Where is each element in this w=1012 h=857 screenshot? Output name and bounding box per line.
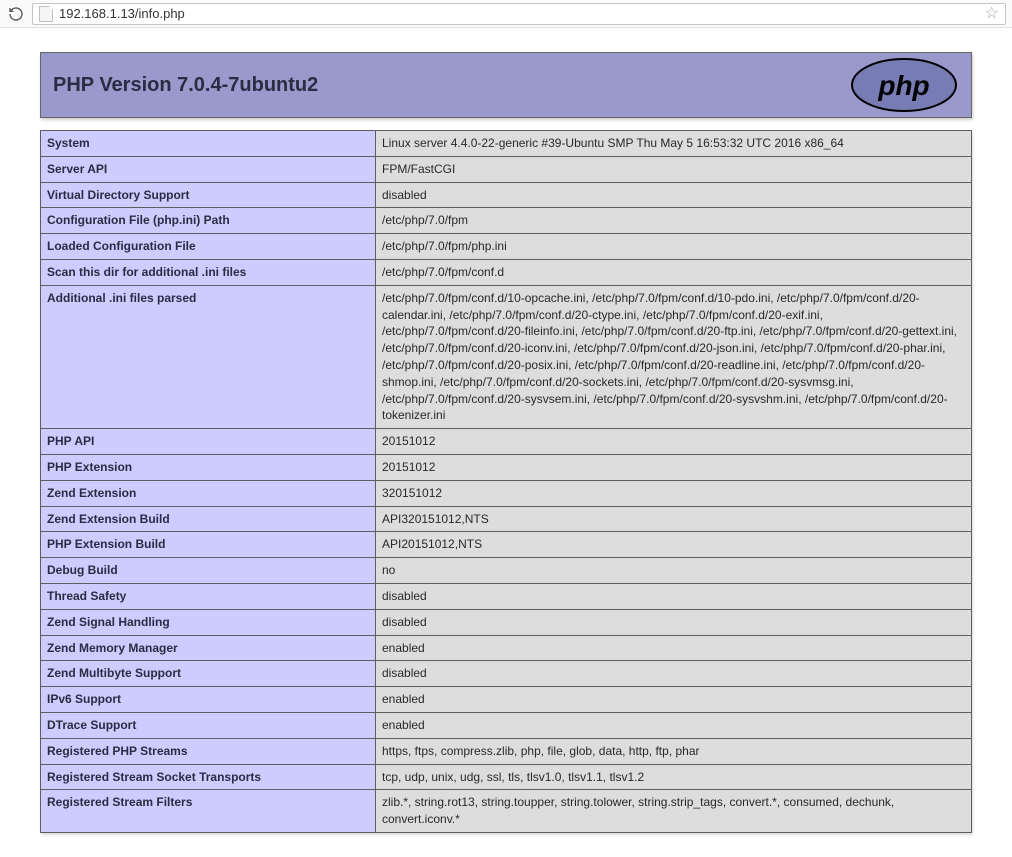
config-value: https, ftps, compress.zlib, php, file, g…	[376, 738, 972, 764]
config-value: disabled	[376, 609, 972, 635]
table-row: Zend Memory Managerenabled	[41, 635, 972, 661]
svg-text:php: php	[877, 70, 929, 101]
config-value: 320151012	[376, 480, 972, 506]
config-name: Registered PHP Streams	[41, 738, 376, 764]
table-row: Debug Buildno	[41, 558, 972, 584]
config-name: Zend Multibyte Support	[41, 661, 376, 687]
table-row: Thread Safetydisabled	[41, 583, 972, 609]
table-row: Registered Stream Socket Transportstcp, …	[41, 764, 972, 790]
table-row: Zend Extension BuildAPI320151012,NTS	[41, 506, 972, 532]
config-name: Additional .ini files parsed	[41, 285, 376, 428]
table-row: Additional .ini files parsed/etc/php/7.0…	[41, 285, 972, 428]
table-row: PHP Extension BuildAPI20151012,NTS	[41, 532, 972, 558]
config-value: API20151012,NTS	[376, 532, 972, 558]
config-value: disabled	[376, 182, 972, 208]
php-version-header: PHP Version 7.0.4-7ubuntu2 php	[40, 52, 972, 118]
table-row: Zend Signal Handlingdisabled	[41, 609, 972, 635]
config-name: Registered Stream Filters	[41, 790, 376, 833]
config-value: FPM/FastCGI	[376, 156, 972, 182]
table-row: SystemLinux server 4.4.0-22-generic #39-…	[41, 131, 972, 157]
config-value: /etc/php/7.0/fpm	[376, 208, 972, 234]
url-bar[interactable]: 192.168.1.13/info.php ☆	[32, 3, 1006, 25]
bookmark-star-icon[interactable]: ☆	[985, 6, 999, 22]
config-value: enabled	[376, 712, 972, 738]
config-name: System	[41, 131, 376, 157]
page-title: PHP Version 7.0.4-7ubuntu2	[53, 74, 318, 97]
config-name: Debug Build	[41, 558, 376, 584]
config-name: PHP Extension Build	[41, 532, 376, 558]
config-value: /etc/php/7.0/fpm/conf.d	[376, 259, 972, 285]
config-name: PHP API	[41, 429, 376, 455]
table-row: Loaded Configuration File/etc/php/7.0/fp…	[41, 234, 972, 260]
config-name: Zend Signal Handling	[41, 609, 376, 635]
config-value: enabled	[376, 687, 972, 713]
config-name: Zend Memory Manager	[41, 635, 376, 661]
table-row: Scan this dir for additional .ini files/…	[41, 259, 972, 285]
url-text: 192.168.1.13/info.php	[59, 6, 979, 21]
config-name: Registered Stream Socket Transports	[41, 764, 376, 790]
browser-toolbar: 192.168.1.13/info.php ☆	[0, 0, 1012, 28]
table-row: Configuration File (php.ini) Path/etc/ph…	[41, 208, 972, 234]
config-name: PHP Extension	[41, 454, 376, 480]
config-name: Server API	[41, 156, 376, 182]
table-row: Zend Extension320151012	[41, 480, 972, 506]
config-value: /etc/php/7.0/fpm/php.ini	[376, 234, 972, 260]
table-row: Registered Stream Filterszlib.*, string.…	[41, 790, 972, 833]
table-row: Virtual Directory Supportdisabled	[41, 182, 972, 208]
config-name: Zend Extension	[41, 480, 376, 506]
reload-icon	[8, 6, 24, 22]
config-value: disabled	[376, 661, 972, 687]
config-value: tcp, udp, unix, udg, ssl, tls, tlsv1.0, …	[376, 764, 972, 790]
config-name: Loaded Configuration File	[41, 234, 376, 260]
php-logo-icon: php	[849, 57, 959, 113]
table-row: Server APIFPM/FastCGI	[41, 156, 972, 182]
config-value: Linux server 4.4.0-22-generic #39-Ubuntu…	[376, 131, 972, 157]
config-name: Scan this dir for additional .ini files	[41, 259, 376, 285]
config-name: IPv6 Support	[41, 687, 376, 713]
table-row: Zend Multibyte Supportdisabled	[41, 661, 972, 687]
table-row: PHP API20151012	[41, 429, 972, 455]
reload-button[interactable]	[6, 4, 26, 24]
config-name: Virtual Directory Support	[41, 182, 376, 208]
page-content: PHP Version 7.0.4-7ubuntu2 php SystemLin…	[0, 28, 1012, 857]
table-row: PHP Extension20151012	[41, 454, 972, 480]
table-row: IPv6 Supportenabled	[41, 687, 972, 713]
config-name: Configuration File (php.ini) Path	[41, 208, 376, 234]
config-value: disabled	[376, 583, 972, 609]
config-name: DTrace Support	[41, 712, 376, 738]
phpinfo-table: SystemLinux server 4.4.0-22-generic #39-…	[40, 130, 972, 833]
table-row: DTrace Supportenabled	[41, 712, 972, 738]
config-value: 20151012	[376, 454, 972, 480]
table-row: Registered PHP Streamshttps, ftps, compr…	[41, 738, 972, 764]
config-value: API320151012,NTS	[376, 506, 972, 532]
config-value: no	[376, 558, 972, 584]
config-name: Zend Extension Build	[41, 506, 376, 532]
config-value: /etc/php/7.0/fpm/conf.d/10-opcache.ini, …	[376, 285, 972, 428]
config-value: 20151012	[376, 429, 972, 455]
config-value: enabled	[376, 635, 972, 661]
page-icon	[39, 6, 53, 22]
config-value: zlib.*, string.rot13, string.toupper, st…	[376, 790, 972, 833]
config-name: Thread Safety	[41, 583, 376, 609]
